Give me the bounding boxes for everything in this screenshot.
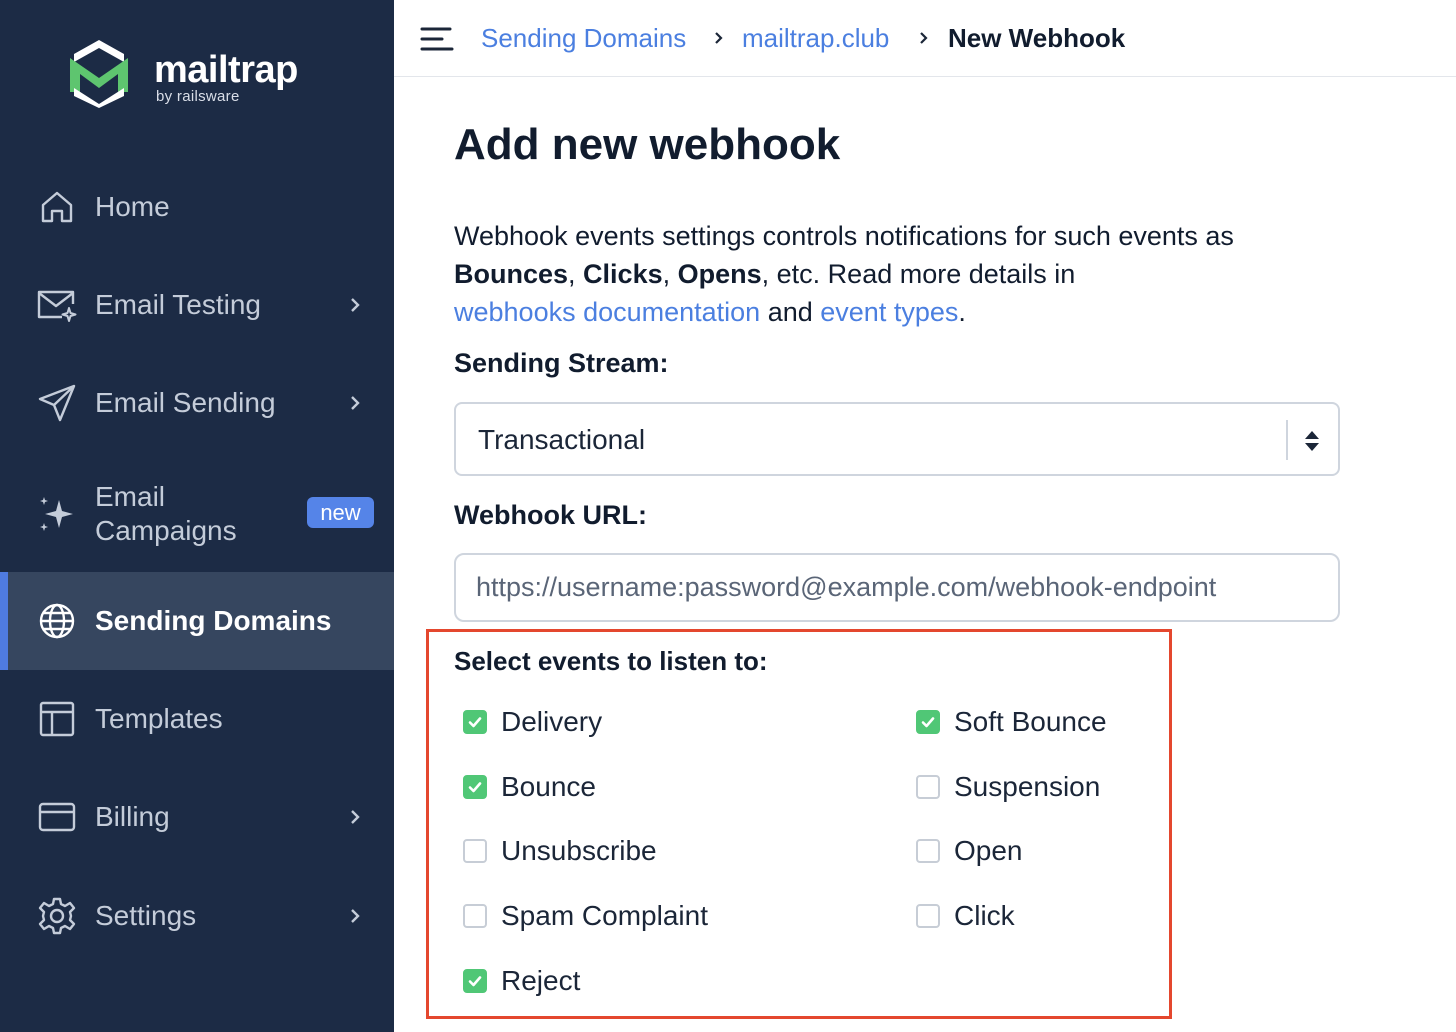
- sidebar-item-home[interactable]: Home: [0, 158, 394, 256]
- sending-stream-label: Sending Stream:: [454, 348, 669, 378]
- event-checkbox-reject[interactable]: Reject: [463, 961, 580, 1001]
- sidebar-item-label: Email Sending: [95, 387, 276, 418]
- chevron-right-icon: [345, 906, 365, 926]
- description-bold: Opens: [677, 259, 762, 289]
- top-bar: Sending Domains mailtrap.club New Webhoo…: [394, 0, 1456, 77]
- chevron-right-icon: [345, 807, 365, 827]
- checkbox-unchecked-icon[interactable]: [916, 904, 940, 928]
- sidebar-item-label: Email Testing: [95, 289, 262, 320]
- event-checkbox-open[interactable]: Open: [916, 831, 1023, 871]
- event-checkbox-unsubscribe[interactable]: Unsubscribe: [463, 831, 657, 871]
- event-label: Delivery: [501, 706, 603, 737]
- sparkle-icon: [36, 493, 78, 535]
- sidebar-item-email-testing[interactable]: Email Testing: [0, 256, 394, 354]
- page-title: Add new webhook: [454, 120, 841, 169]
- event-label: Soft Bounce: [954, 706, 1107, 737]
- description-text: Webhook events settings controls notific…: [454, 221, 1234, 251]
- checkbox-checked-icon[interactable]: [463, 969, 487, 993]
- event-types-link[interactable]: event types: [820, 297, 958, 327]
- new-badge: new: [307, 497, 374, 528]
- event-label: Reject: [501, 965, 581, 996]
- chevron-right-icon: [345, 393, 365, 413]
- sidebar-item-label: Sending Domains: [95, 605, 332, 636]
- checkbox-checked-icon[interactable]: [463, 710, 487, 734]
- sidebar: mailtrap by railsware Home Email Testing: [0, 0, 394, 1032]
- description-bold: Bounces: [454, 259, 569, 289]
- globe-icon: [36, 600, 78, 642]
- sidebar-item-email-sending[interactable]: Email Sending: [0, 354, 394, 452]
- sidebar-item-label: Billing: [95, 801, 170, 832]
- sidebar-item-label: Settings: [95, 900, 197, 931]
- checkbox-unchecked-icon[interactable]: [916, 839, 940, 863]
- chevron-right-icon: [345, 295, 365, 315]
- event-checkbox-soft-bounce[interactable]: Soft Bounce: [916, 702, 1107, 742]
- event-label: Spam Complaint: [501, 900, 708, 931]
- checkbox-unchecked-icon[interactable]: [463, 904, 487, 928]
- description-text: , etc. Read more details in: [761, 259, 1076, 289]
- event-checkbox-click[interactable]: Click: [916, 896, 1015, 936]
- sidebar-item-label: Email Campaigns: [95, 481, 237, 546]
- chevron-right-icon: [715, 32, 723, 44]
- description-bold: Clicks: [583, 259, 663, 289]
- sending-stream-value: Transactional: [478, 424, 646, 455]
- event-label: Suspension: [954, 771, 1101, 802]
- mailtrap-logo[interactable]: mailtrap by railsware: [66, 36, 326, 112]
- breadcrumb-domain[interactable]: mailtrap.club: [742, 20, 889, 56]
- checkbox-unchecked-icon[interactable]: [916, 775, 940, 799]
- select-divider: [1286, 420, 1288, 460]
- description-text: .: [958, 297, 966, 327]
- sidebar-item-billing[interactable]: Billing: [0, 768, 394, 866]
- gear-icon: [36, 895, 78, 937]
- event-label: Click: [954, 900, 1015, 931]
- chevron-right-icon: [920, 32, 928, 44]
- checkbox-unchecked-icon[interactable]: [463, 839, 487, 863]
- description-text: ,: [662, 259, 678, 289]
- paper-plane-icon: [36, 382, 78, 424]
- envelope-sparkle-icon: [36, 284, 78, 326]
- mailtrap-logo-icon: [70, 40, 128, 108]
- sidebar-item-templates[interactable]: Templates: [0, 670, 394, 768]
- logo-subtitle: by railsware: [156, 88, 240, 105]
- credit-card-icon: [36, 796, 78, 838]
- webhook-url-input[interactable]: [454, 553, 1340, 622]
- checkbox-checked-icon[interactable]: [463, 775, 487, 799]
- select-arrows-icon: [1305, 431, 1319, 451]
- event-checkbox-suspension[interactable]: Suspension: [916, 767, 1100, 807]
- webhooks-documentation-link[interactable]: webhooks documentation: [454, 297, 760, 327]
- hamburger-menu-icon[interactable]: [420, 26, 454, 52]
- event-checkbox-bounce[interactable]: Bounce: [463, 767, 596, 807]
- page-description: Webhook events settings controls notific…: [454, 217, 1334, 331]
- webhook-url-label: Webhook URL:: [454, 500, 647, 530]
- sidebar-item-settings[interactable]: Settings: [0, 867, 394, 965]
- breadcrumb-current: New Webhook: [948, 23, 1126, 53]
- events-title: Select events to listen to:: [454, 646, 768, 676]
- breadcrumb-sending-domains[interactable]: Sending Domains: [481, 20, 686, 56]
- sidebar-item-sending-domains[interactable]: Sending Domains: [0, 572, 394, 670]
- sidebar-item-label: Home: [95, 191, 170, 222]
- logo-wordmark: mailtrap: [154, 49, 298, 91]
- event-label: Open: [954, 835, 1023, 866]
- sending-stream-select[interactable]: Transactional: [454, 402, 1340, 476]
- description-text: ,: [568, 259, 584, 289]
- template-layout-icon: [36, 698, 78, 740]
- sidebar-item-label: Templates: [95, 703, 223, 734]
- event-label: Bounce: [501, 771, 596, 802]
- event-label: Unsubscribe: [501, 835, 657, 866]
- home-icon: [36, 186, 78, 228]
- event-checkbox-spam-complaint[interactable]: Spam Complaint: [463, 896, 708, 936]
- checkbox-checked-icon[interactable]: [916, 710, 940, 734]
- description-text: and: [760, 297, 821, 327]
- event-checkbox-delivery[interactable]: Delivery: [463, 702, 602, 742]
